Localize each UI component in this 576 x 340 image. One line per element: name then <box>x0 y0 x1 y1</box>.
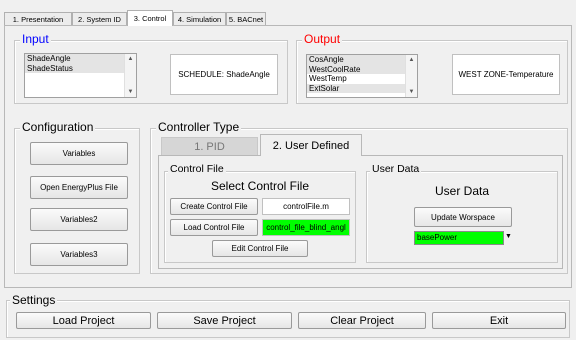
dropdown-value: basePower <box>414 231 504 245</box>
list-item[interactable]: CosAngle <box>307 55 417 65</box>
tab-label: 4. Simulation <box>177 14 222 24</box>
list-item[interactable]: ShadeAngle <box>25 54 136 64</box>
input-display: SCHEDULE: ShadeAngle <box>170 54 278 95</box>
edit-control-file-button[interactable]: Edit Control File <box>212 240 308 257</box>
list-item[interactable]: ShadeStatus <box>25 63 136 73</box>
scroll-down-icon[interactable]: ▼ <box>406 89 417 95</box>
scrollbar[interactable]: ▲ ▼ <box>405 55 417 97</box>
load-project-button[interactable]: Load Project <box>16 312 151 329</box>
tab-label: 5. BACnet <box>228 14 264 24</box>
open-energyplus-file-button[interactable]: Open EnergyPlus File <box>30 176 128 199</box>
tab-label: 1. PID <box>194 140 225 153</box>
output-listbox[interactable]: CosAngle WestCoolRate WestTemp ExtSolar … <box>306 54 418 98</box>
save-project-button[interactable]: Save Project <box>157 312 292 329</box>
user-data-heading: User Data <box>434 184 490 198</box>
select-control-file-heading: Select Control File <box>210 179 310 193</box>
create-control-file-button[interactable]: Create Control File <box>170 198 258 215</box>
controller-type-title: Controller Type <box>156 120 242 134</box>
tab-bacnet[interactable]: 5. BACnet <box>226 12 266 25</box>
output-display: WEST ZONE-Temperature <box>452 54 560 95</box>
loaded-control-file-field[interactable]: control_file_blind_angl <box>262 219 350 236</box>
output-title: Output <box>302 32 343 46</box>
user-data-dropdown[interactable]: basePower ▼ <box>414 231 512 245</box>
tab-user-defined[interactable]: 2. User Defined <box>260 134 362 156</box>
list-item[interactable]: ExtSolar <box>307 83 417 93</box>
input-listbox[interactable]: ShadeAngle ShadeStatus ▲ ▼ <box>24 53 137 98</box>
tab-presentation[interactable]: 1. Presentation <box>4 12 72 25</box>
control-file-title: Control File <box>168 163 226 175</box>
tab-system-id[interactable]: 2. System ID <box>72 12 127 25</box>
scroll-up-icon[interactable]: ▲ <box>406 57 417 63</box>
user-data-title: User Data <box>370 163 422 175</box>
configuration-title: Configuration <box>20 120 96 134</box>
settings-title: Settings <box>10 293 58 307</box>
load-control-file-button[interactable]: Load Control File <box>170 219 258 236</box>
exit-button[interactable]: Exit <box>432 312 566 329</box>
tab-label: 2. User Defined <box>272 139 350 152</box>
list-item[interactable]: WestCoolRate <box>307 64 417 74</box>
input-title: Input <box>20 32 51 46</box>
tab-label: 3. Control <box>133 14 167 23</box>
variables3-button[interactable]: Variables3 <box>30 243 128 266</box>
variables-button[interactable]: Variables <box>30 142 128 165</box>
variables2-button[interactable]: Variables2 <box>30 208 128 231</box>
chevron-down-icon[interactable]: ▼ <box>505 233 512 240</box>
list-item[interactable]: WestTemp <box>307 74 417 84</box>
control-file-name-field[interactable]: controlFile.m <box>262 198 350 215</box>
tab-label: 2. System ID <box>78 14 121 24</box>
scroll-up-icon[interactable]: ▲ <box>125 56 136 62</box>
update-workspace-button[interactable]: Update Worspace <box>414 207 512 227</box>
clear-project-button[interactable]: Clear Project <box>298 312 426 329</box>
tab-label: 1. Presentation <box>12 14 64 24</box>
tab-simulation[interactable]: 4. Simulation <box>173 12 226 25</box>
scrollbar[interactable]: ▲ ▼ <box>124 54 136 97</box>
scroll-down-icon[interactable]: ▼ <box>125 89 136 95</box>
tab-control[interactable]: 3. Control <box>127 10 173 26</box>
tab-pid[interactable]: 1. PID <box>161 137 258 155</box>
